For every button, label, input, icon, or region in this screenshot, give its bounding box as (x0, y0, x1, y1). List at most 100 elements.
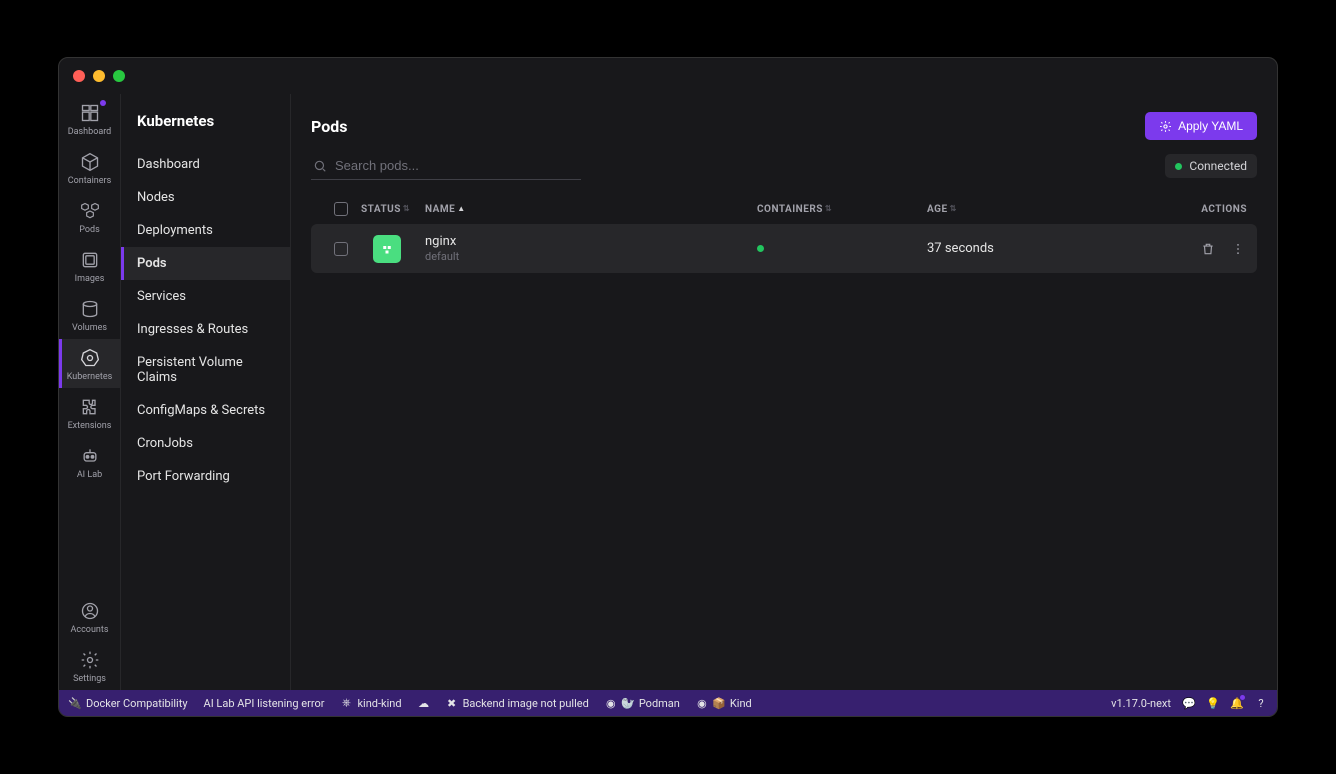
dashboard-icon (79, 102, 101, 124)
search-input[interactable] (335, 158, 579, 173)
rail-label: Pods (79, 225, 99, 235)
images-icon (79, 249, 101, 271)
sort-icon: ⇅ (403, 205, 410, 213)
sb-ai-lab-error[interactable]: AI Lab API listening error (204, 697, 325, 710)
header-containers[interactable]: CONTAINERS⇅ (757, 204, 927, 215)
plug-icon: 🔌 (69, 697, 81, 709)
lightbulb-button[interactable]: 💡 (1207, 697, 1219, 709)
connection-label: Connected (1189, 159, 1247, 173)
accounts-icon (79, 600, 101, 622)
help-button[interactable]: ? (1255, 697, 1267, 709)
sort-asc-icon: ▲ (457, 205, 465, 213)
rail-item-settings[interactable]: Settings (59, 641, 120, 690)
search-wrap (311, 152, 581, 180)
main-content: Pods Apply YAML Connected (291, 94, 1277, 690)
search-icon (313, 159, 327, 173)
sb-kind-context[interactable]: ⎈ kind-kind (340, 697, 401, 710)
volumes-icon (79, 298, 101, 320)
rail-label: Containers (68, 176, 111, 186)
kind-icon: 📦 (713, 697, 725, 709)
header-name[interactable]: NAME▲ (425, 204, 757, 215)
table-row[interactable]: nginx default 37 seconds (311, 224, 1257, 273)
kube-icon: ⎈ (340, 697, 352, 709)
sb-docker-compat[interactable]: 🔌 Docker Compatibility (69, 697, 188, 710)
page-title: Pods (311, 117, 347, 136)
sb-podman[interactable]: ◉ 🦭 Podman (605, 697, 680, 710)
header-age[interactable]: AGE⇅ (927, 204, 1167, 215)
rail-label: Settings (73, 674, 106, 684)
apply-yaml-button[interactable]: Apply YAML (1145, 112, 1257, 140)
notification-badge (100, 100, 106, 106)
sun-icon: ◉ (605, 697, 617, 709)
notifications-button[interactable]: 🔔 (1231, 697, 1243, 709)
kebab-icon (1231, 242, 1245, 256)
sidebar-item-pvc[interactable]: Persistent Volume Claims (121, 346, 290, 394)
connection-status[interactable]: Connected (1165, 154, 1257, 178)
more-button[interactable] (1231, 242, 1247, 256)
rail-item-kubernetes[interactable]: Kubernetes (59, 339, 120, 388)
rail-label: Volumes (72, 323, 107, 333)
feedback-button[interactable]: 💬 (1183, 697, 1195, 709)
maximize-window-button[interactable] (113, 70, 125, 82)
trash-icon (1201, 242, 1215, 256)
pods-table: STATUS⇅ NAME▲ CONTAINERS⇅ AGE⇅ ACTIONS (311, 194, 1257, 273)
rail-label: Images (75, 274, 105, 284)
sb-kind[interactable]: ◉ 📦 Kind (696, 697, 752, 710)
sidebar-item-cronjobs[interactable]: CronJobs (121, 427, 290, 460)
settings-icon (79, 649, 101, 671)
rail-label: AI Lab (77, 470, 102, 480)
sb-backend-error[interactable]: ✖ Backend image not pulled (446, 697, 589, 710)
sidebar-item-pods[interactable]: Pods (121, 247, 290, 280)
sort-icon: ⇅ (825, 205, 832, 213)
rail-item-containers[interactable]: Containers (59, 143, 120, 192)
pod-name: nginx (425, 234, 459, 249)
sidebar-item-dashboard[interactable]: Dashboard (121, 148, 290, 181)
select-all-checkbox[interactable] (334, 202, 348, 216)
header-actions: ACTIONS (1167, 204, 1247, 215)
delete-button[interactable] (1201, 242, 1217, 256)
kubernetes-icon (79, 347, 101, 369)
close-window-button[interactable] (73, 70, 85, 82)
rail-label: Dashboard (68, 127, 112, 137)
titlebar (59, 58, 1277, 94)
rail-item-accounts[interactable]: Accounts (59, 592, 120, 641)
container-icon (79, 151, 101, 173)
version-label: v1.17.0-next (1111, 697, 1171, 710)
minimize-window-button[interactable] (93, 70, 105, 82)
rail-item-images[interactable]: Images (59, 241, 120, 290)
row-checkbox[interactable] (334, 242, 348, 256)
sidebar-item-services[interactable]: Services (121, 280, 290, 313)
nav-rail: Dashboard Containers Pods (59, 94, 121, 690)
rail-item-extensions[interactable]: Extensions (59, 388, 120, 437)
sidebar-item-nodes[interactable]: Nodes (121, 181, 290, 214)
sub-sidebar-title: Kubernetes (121, 112, 290, 148)
gear-icon (1159, 120, 1172, 133)
pods-icon (79, 200, 101, 222)
pod-age: 37 seconds (927, 241, 1167, 256)
sidebar-item-portforward[interactable]: Port Forwarding (121, 460, 290, 493)
status-dot-icon (1175, 163, 1182, 170)
rail-item-dashboard[interactable]: Dashboard (59, 94, 120, 143)
rail-label: Extensions (68, 421, 112, 431)
sun-icon: ◉ (696, 697, 708, 709)
statusbar: 🔌 Docker Compatibility AI Lab API listen… (59, 690, 1277, 716)
error-icon: ✖ (446, 697, 458, 709)
pod-status-icon (373, 235, 401, 263)
rail-item-ai-lab[interactable]: AI Lab (59, 437, 120, 486)
pod-namespace: default (425, 250, 459, 263)
rail-label: Accounts (71, 625, 109, 635)
cloud-icon: ☁ (418, 697, 430, 709)
sidebar-item-ingresses[interactable]: Ingresses & Routes (121, 313, 290, 346)
rail-item-volumes[interactable]: Volumes (59, 290, 120, 339)
podman-icon: 🦭 (622, 697, 634, 709)
sb-cloud[interactable]: ☁ (418, 697, 430, 709)
sidebar-item-deployments[interactable]: Deployments (121, 214, 290, 247)
header-status[interactable]: STATUS⇅ (361, 204, 425, 215)
rail-item-pods[interactable]: Pods (59, 192, 120, 241)
extensions-icon (79, 396, 101, 418)
sidebar-item-configmaps[interactable]: ConfigMaps & Secrets (121, 394, 290, 427)
apply-yaml-label: Apply YAML (1178, 119, 1243, 133)
container-status-dot-icon (757, 245, 764, 252)
ai-lab-icon (79, 445, 101, 467)
rail-label: Kubernetes (67, 372, 113, 382)
